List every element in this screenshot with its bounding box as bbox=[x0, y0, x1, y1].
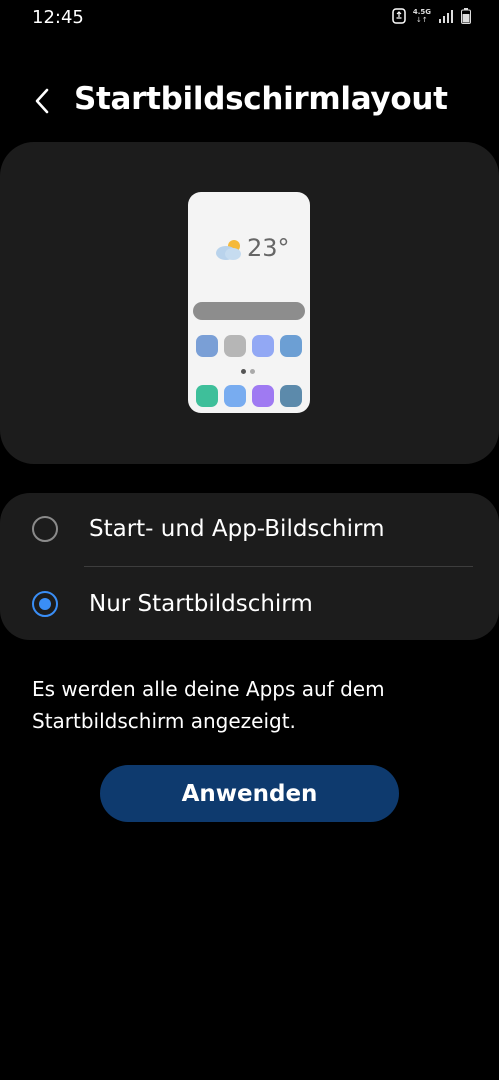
preview-dock-row bbox=[196, 385, 302, 407]
battery-icon bbox=[461, 8, 471, 24]
layout-preview-card: 23° bbox=[0, 142, 499, 464]
network-type: 4.5G bbox=[412, 7, 431, 16]
signal-icon bbox=[439, 10, 453, 23]
option-home-and-apps-screen[interactable]: Start- und App-Bildschirm bbox=[0, 493, 499, 565]
preview-app-row-1 bbox=[196, 335, 302, 357]
apply-button[interactable]: Anwenden bbox=[100, 765, 399, 822]
apply-button-label: Anwenden bbox=[181, 780, 318, 807]
page-title: Startbildschirmlayout bbox=[74, 81, 448, 117]
chevron-left-icon bbox=[35, 88, 49, 114]
phone-preview: 23° bbox=[188, 192, 310, 413]
header: Startbildschirmlayout bbox=[0, 70, 499, 132]
option-label: Nur Startbildschirm bbox=[89, 591, 313, 617]
divider bbox=[84, 566, 473, 567]
page-dot bbox=[250, 369, 255, 374]
option-home-screen-only[interactable]: Nur Startbildschirm bbox=[0, 568, 499, 640]
weather-temperature: 23° bbox=[247, 234, 290, 262]
radio-button[interactable] bbox=[32, 516, 58, 542]
status-bar: 12:45 4.5G ↓↑ bbox=[0, 0, 499, 36]
preview-app-icon bbox=[196, 335, 218, 357]
status-icons: 4.5G ↓↑ bbox=[392, 8, 471, 24]
back-button[interactable] bbox=[24, 82, 60, 120]
network-arrows: ↓↑ bbox=[416, 15, 428, 24]
layout-options-card: Start- und App-Bildschirm Nur Startbilds… bbox=[0, 493, 499, 640]
status-time: 12:45 bbox=[32, 7, 84, 28]
option-label: Start- und App-Bildschirm bbox=[89, 516, 385, 542]
network-indicator: 4.5G ↓↑ bbox=[412, 7, 431, 24]
preview-app-icon bbox=[280, 385, 302, 407]
preview-app-icon bbox=[252, 335, 274, 357]
radio-button[interactable] bbox=[32, 591, 58, 617]
weather-icon bbox=[216, 240, 241, 260]
preview-search-bar bbox=[193, 302, 305, 320]
recycle-icon bbox=[392, 8, 406, 24]
page-dot-active bbox=[241, 369, 246, 374]
option-description: Es werden alle deine Apps auf dem Startb… bbox=[32, 677, 385, 733]
preview-app-icon bbox=[280, 335, 302, 357]
preview-app-icon bbox=[224, 335, 246, 357]
preview-app-icon bbox=[252, 385, 274, 407]
preview-app-icon bbox=[224, 385, 246, 407]
page-indicator bbox=[241, 369, 255, 374]
preview-app-icon bbox=[196, 385, 218, 407]
